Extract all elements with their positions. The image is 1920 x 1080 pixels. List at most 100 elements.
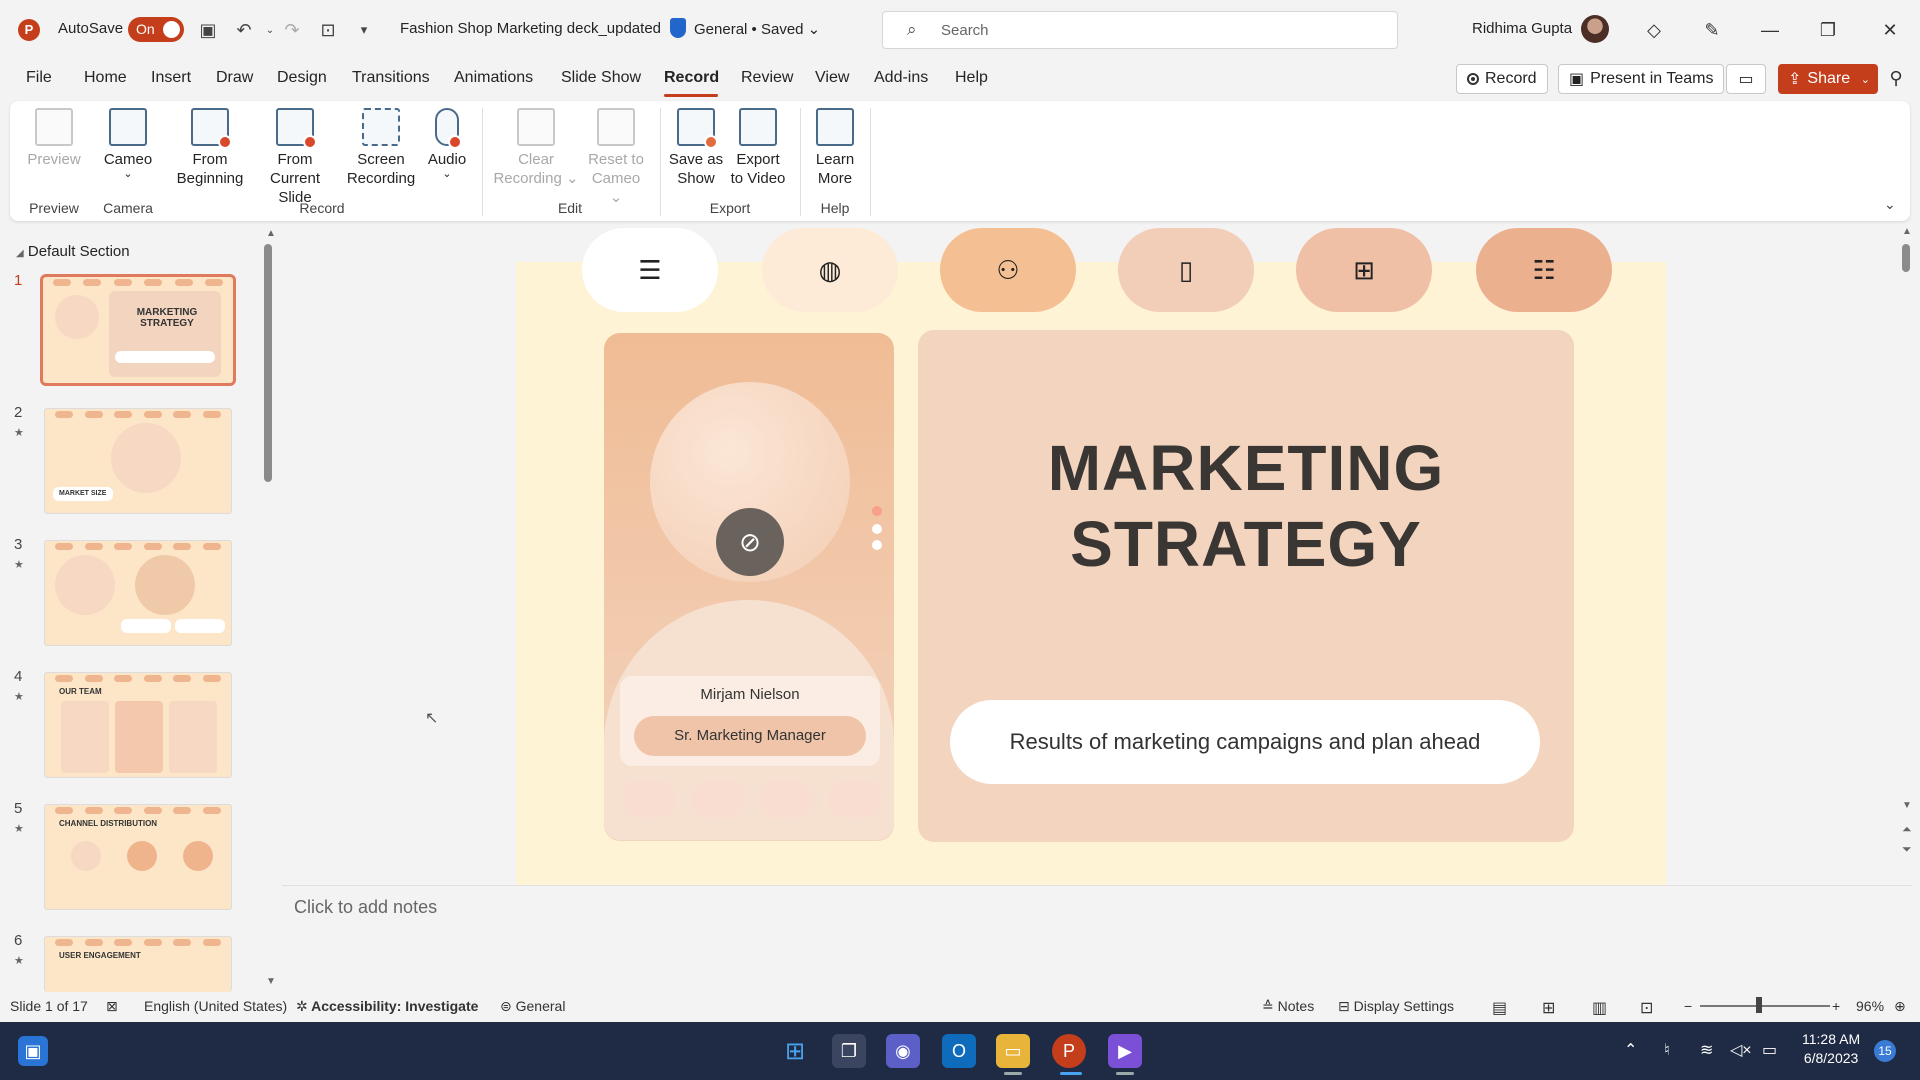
record-from-current-slide-button[interactable]: From Current Slide <box>252 108 338 207</box>
redo-icon[interactable]: ↷ <box>278 16 306 44</box>
tab-review[interactable]: Review <box>741 69 793 87</box>
save-icon[interactable]: ▣ <box>194 16 222 44</box>
save-status[interactable]: General • Saved ⌄ <box>694 20 820 38</box>
user-name[interactable]: Ridhima Gupta <box>1472 20 1572 37</box>
save-as-show-button[interactable]: Save as Show <box>668 108 724 188</box>
diamond-icon[interactable]: ◇ <box>1636 14 1672 46</box>
screen-recording-button[interactable]: Screen Recording <box>344 108 418 188</box>
zoom-out-icon[interactable]: − <box>1684 998 1692 1014</box>
social-pill <box>760 780 814 818</box>
avatar[interactable] <box>1581 15 1609 43</box>
mute-icon[interactable]: ◁× <box>1730 1040 1752 1060</box>
scroll-up-icon[interactable]: ▲ <box>266 228 276 239</box>
tab-record[interactable]: Record <box>664 69 719 87</box>
slide-thumbnail-4[interactable]: OUR TEAM <box>44 672 232 778</box>
tab-add-ins[interactable]: Add-ins <box>874 69 928 87</box>
camera-off-icon[interactable]: ⊘ <box>716 508 784 576</box>
windows-start-icon[interactable]: ⊞ <box>778 1034 812 1068</box>
notes-button[interactable]: ≙ Notes <box>1262 998 1314 1015</box>
clear-recording-button[interactable]: Clear Recording ⌄ <box>490 108 582 188</box>
display-settings-button[interactable]: ⊟ Display Settings <box>1338 998 1454 1015</box>
document-title[interactable]: Fashion Shop Marketing deck_updated <box>400 20 661 37</box>
clipchamp-icon[interactable]: ▶ <box>1108 1034 1142 1068</box>
tab-home[interactable]: Home <box>84 69 127 87</box>
file-explorer-icon[interactable]: ▭ <box>996 1034 1030 1068</box>
search-input[interactable]: ⌕ Search <box>882 11 1398 49</box>
tab-help[interactable]: Help <box>955 69 988 87</box>
slide-scrollbar[interactable] <box>1902 244 1910 272</box>
present-icon[interactable]: ⊡ <box>314 16 342 44</box>
present-in-teams-button[interactable]: ▣ Present in Teams <box>1558 64 1725 94</box>
reading-view-icon[interactable]: ▥ <box>1592 998 1607 1018</box>
scroll-down-icon[interactable]: ▼ <box>1902 800 1912 811</box>
slide-thumbnail-5[interactable]: CHANNEL DISTRIBUTION <box>44 804 232 910</box>
slide-thumbnail-2[interactable]: MARKET SIZE <box>44 408 232 514</box>
slide-sorter-icon[interactable]: ⊞ <box>1542 998 1555 1018</box>
tab-animations[interactable]: Animations <box>454 69 533 87</box>
tab-transitions[interactable]: Transitions <box>352 69 430 87</box>
slideshow-view-icon[interactable]: ⊡ <box>1640 998 1653 1018</box>
tab-design[interactable]: Design <box>277 69 327 87</box>
scroll-up-icon[interactable]: ▲ <box>1902 226 1912 237</box>
collapse-ribbon-icon[interactable]: ⌄ <box>1884 196 1896 213</box>
zoom-in-icon[interactable]: + <box>1832 998 1840 1014</box>
customize-toolbar-icon[interactable]: ▾ <box>350 16 378 44</box>
previous-slide-icon[interactable]: ⏶ <box>1902 822 1912 837</box>
export-to-video-button[interactable]: Export to Video <box>726 108 790 188</box>
tab-file[interactable]: File <box>26 69 52 87</box>
thumbnail-scrollbar[interactable] <box>264 244 272 482</box>
minimize-icon[interactable]: — <box>1752 14 1788 46</box>
preview-button[interactable]: Preview <box>24 108 84 169</box>
reset-to-cameo-button[interactable]: Reset to Cameo ⌄ <box>584 108 648 207</box>
zoom-slider-handle[interactable] <box>1756 997 1762 1013</box>
learn-more-button[interactable]: Learn More <box>808 108 862 188</box>
tab-draw[interactable]: Draw <box>216 69 253 87</box>
teams-chat-icon[interactable]: ◉ <box>886 1034 920 1068</box>
audio-button[interactable]: Audio ⌄ <box>422 108 472 180</box>
undo-icon[interactable]: ↶ <box>230 16 258 44</box>
scroll-down-icon[interactable]: ▼ <box>266 976 276 987</box>
comments-button[interactable]: ▭ <box>1726 64 1766 94</box>
tray-overflow-icon[interactable]: ⌃ <box>1624 1040 1637 1060</box>
zoom-level[interactable]: 96% <box>1856 998 1884 1014</box>
close-icon[interactable]: ✕ <box>1872 14 1908 46</box>
slide-title[interactable]: MARKETING STRATEGY <box>918 430 1574 582</box>
record-from-beginning-button[interactable]: From Beginning <box>174 108 246 188</box>
widgets-icon[interactable]: ▣ <box>18 1036 48 1066</box>
record-button[interactable]: Record <box>1456 64 1548 94</box>
slide-thumbnail-3[interactable] <box>44 540 232 646</box>
task-view-icon[interactable]: ❐ <box>832 1034 866 1068</box>
microphone-icon[interactable]: ♮ <box>1664 1040 1670 1060</box>
spelling-icon[interactable]: ⊠ <box>106 998 118 1015</box>
slide-thumbnail-1[interactable]: MARKETING STRATEGY <box>40 274 236 386</box>
sensitivity-status[interactable]: ⊜ General <box>500 998 565 1015</box>
autosave-label: AutoSave <box>58 20 124 37</box>
autosave-toggle[interactable]: On <box>128 17 184 42</box>
notification-badge[interactable]: 15 <box>1874 1040 1896 1062</box>
outlook-icon[interactable]: O <box>942 1034 976 1068</box>
share-button[interactable]: ⇪ Share ⌄ <box>1778 64 1878 94</box>
pen-icon[interactable]: ✎ <box>1694 14 1730 46</box>
section-header[interactable]: ◢ Default Section <box>16 243 130 260</box>
zoom-slider[interactable] <box>1700 1005 1830 1007</box>
normal-view-icon[interactable]: ▤ <box>1492 998 1507 1018</box>
coauthor-icon[interactable]: ⚲ <box>1878 62 1914 94</box>
next-slide-icon[interactable]: ⏷ <box>1902 842 1912 857</box>
battery-icon[interactable]: ▭ <box>1762 1040 1777 1060</box>
language-indicator[interactable]: English (United States) <box>144 998 287 1014</box>
record-beginning-icon <box>191 108 232 149</box>
restore-icon[interactable]: ❐ <box>1810 14 1846 46</box>
group-export: Export <box>709 200 751 216</box>
slide-thumbnail-6[interactable]: USER ENGAGEMENT <box>44 936 232 992</box>
wifi-icon[interactable]: ≋ <box>1700 1040 1713 1060</box>
tab-view[interactable]: View <box>815 69 849 87</box>
tab-slide-show[interactable]: Slide Show <box>561 69 641 87</box>
fit-to-window-icon[interactable]: ⊕ <box>1894 998 1906 1015</box>
slide-subtitle[interactable]: Results of marketing campaigns and plan … <box>950 700 1540 784</box>
powerpoint-taskbar-icon[interactable]: P <box>1052 1034 1086 1068</box>
notes-placeholder[interactable]: Click to add notes <box>294 897 437 918</box>
accessibility-status[interactable]: ✲ Accessibility: Investigate <box>296 998 478 1015</box>
clock[interactable]: 11:28 AM 6/8/2023 <box>1802 1030 1860 1068</box>
tab-insert[interactable]: Insert <box>151 69 191 87</box>
cameo-button[interactable]: Cameo ⌄ <box>98 108 158 180</box>
